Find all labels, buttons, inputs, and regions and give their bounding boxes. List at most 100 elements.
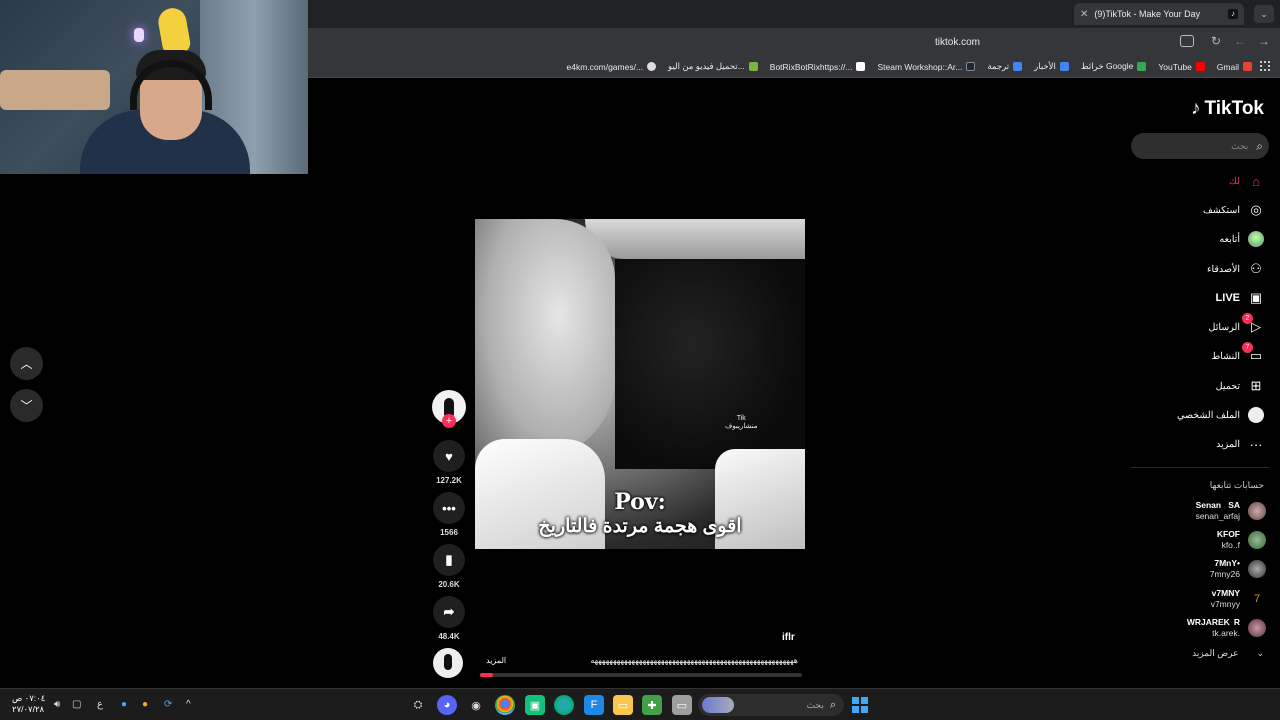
- nav-following[interactable]: أتابعه: [1124, 228, 1264, 250]
- video-watermark: Tik منشاريبوف: [725, 415, 758, 430]
- bookmark-e4km[interactable]: e4km.com/games/...: [567, 62, 657, 72]
- see-more-button[interactable]: عرض المزيد ⌄: [1192, 648, 1264, 659]
- next-video-button[interactable]: ﹀: [10, 389, 43, 422]
- nav-upload[interactable]: تحميل ⊞: [1124, 375, 1264, 397]
- back-icon[interactable]: ←: [1232, 34, 1248, 48]
- followed-account[interactable]: KFOF kfo..f: [1116, 526, 1266, 554]
- tiktok-favicon-icon: ♪: [1228, 9, 1238, 19]
- video-progress-bar[interactable]: [480, 673, 802, 677]
- messages-icon: ▷ 2: [1242, 313, 1264, 335]
- sync-icon[interactable]: ⟳: [164, 699, 172, 710]
- bookmark-icon: ▮: [433, 544, 465, 576]
- bookmark-youtube[interactable]: YouTube: [1158, 62, 1205, 72]
- chrome-app-icon[interactable]: [495, 695, 515, 715]
- video-progress-fill: [480, 673, 493, 677]
- bookmark-news[interactable]: الأخبار: [1034, 61, 1069, 72]
- video-caption-pov: Pov:: [614, 489, 666, 515]
- nav-activity[interactable]: النشاط ▭ 7: [1124, 342, 1264, 367]
- tiktok-logo[interactable]: ♪ TikTok: [1191, 98, 1264, 120]
- game-app-icon[interactable]: ✚: [642, 695, 662, 715]
- xbox-app-icon[interactable]: ▣: [525, 695, 545, 715]
- forward-icon[interactable]: →: [1256, 34, 1272, 48]
- close-tab-icon[interactable]: ✕: [1080, 9, 1088, 20]
- save-button[interactable]: ▮ 20.6K: [432, 544, 466, 589]
- account-avatar: [1248, 531, 1266, 549]
- address-bar[interactable]: tiktok.com: [300, 32, 990, 52]
- screen: + ✕ (9)TikTok - Make Your Day ♪ ⌄ tiktok…: [0, 0, 1280, 720]
- translate-icon: [1013, 62, 1023, 71]
- browser-tab[interactable]: ✕ (9)TikTok - Make Your Day ♪: [1074, 3, 1244, 25]
- followed-account[interactable]: WRJAREK Rtk.arek.: [1116, 614, 1266, 642]
- bookmark-botrix[interactable]: BotRixBotRixhttps://...: [770, 62, 866, 72]
- share-arrow-icon: ➦: [433, 596, 465, 628]
- home-icon: ⌂: [1252, 173, 1260, 189]
- search-input[interactable]: بحث ⌕: [1131, 133, 1269, 159]
- reload-icon[interactable]: ↻: [1208, 34, 1224, 48]
- windows-taskbar: ٠٧:٠٤ ص ٢٧/٠٧/٢٨ 🔊︎ ▢ ع ● ● ⟳ ^ ⛭ ◕ ◉ ▣ F…: [0, 688, 1280, 720]
- tab-title: (9)TikTok - Make Your Day: [1094, 9, 1201, 19]
- webcam-lamp: [134, 28, 144, 42]
- messages-badge: 2: [1242, 313, 1253, 324]
- url-text: tiktok.com: [934, 36, 980, 48]
- nav-live[interactable]: LIVE ▣: [1124, 287, 1264, 309]
- chevron-up-icon: ︿: [20, 357, 33, 371]
- nav-profile[interactable]: الملف الشخصي: [1124, 404, 1264, 426]
- site-settings-icon[interactable]: [1180, 35, 1194, 47]
- input-language[interactable]: ع: [97, 699, 103, 710]
- store-app-icon[interactable]: F: [584, 695, 604, 715]
- windows-start-icon[interactable]: [852, 697, 868, 713]
- nav-friends[interactable]: الأصدقاء ⚇: [1124, 258, 1264, 280]
- bookmark-gmail[interactable]: Gmail: [1217, 62, 1252, 72]
- activity-icon: ▭ 7: [1242, 342, 1264, 364]
- video-player[interactable]: Tik منشاريبوف Pov: اقوى هجمة مرتدة فالتار…: [475, 219, 805, 549]
- nav-messages[interactable]: الرسائل ▷ 2: [1124, 313, 1264, 338]
- like-button[interactable]: ♥ 127.2K: [432, 440, 466, 485]
- show-hidden-icons-chevron[interactable]: ^: [186, 699, 191, 710]
- tray-app-icon[interactable]: ●: [142, 699, 148, 710]
- followed-account[interactable]: 7MnY• 7mny26: [1116, 555, 1266, 583]
- search-highlight-image: [702, 697, 734, 713]
- previous-video-button[interactable]: ︿: [10, 347, 43, 380]
- comment-button[interactable]: ••• 1566: [432, 492, 466, 537]
- file-explorer-icon[interactable]: ▭: [613, 695, 633, 715]
- nav-explore[interactable]: استكشف ◎: [1124, 199, 1264, 221]
- video-username[interactable]: iflr: [782, 632, 795, 643]
- edge-app-icon[interactable]: [554, 695, 574, 715]
- tab-search-button[interactable]: ⌄: [1254, 5, 1274, 23]
- more-dots-icon: ···: [1249, 436, 1263, 452]
- volume-icon[interactable]: 🔊︎: [54, 699, 60, 710]
- bookmark-download[interactable]: تحميل فيديو من اليو...: [668, 61, 758, 72]
- chevron-down-icon: ⌄: [1256, 648, 1264, 658]
- microphone-icon[interactable]: ●: [121, 699, 127, 710]
- taskbar-search-input[interactable]: بحث ⌕: [698, 694, 844, 716]
- obs-app-icon[interactable]: ◉: [466, 695, 486, 715]
- discord-app-icon[interactable]: ◕: [437, 695, 457, 715]
- following-avatar-icon: [1248, 231, 1264, 247]
- live-tv-icon: ▣: [1249, 290, 1263, 305]
- like-count: 127.2K: [436, 476, 462, 485]
- followed-account[interactable]: Senan SA senan_arfaj: [1116, 497, 1266, 525]
- follow-plus-icon[interactable]: +: [442, 414, 456, 428]
- webcam-overlay: [0, 0, 308, 174]
- comment-count: 1566: [440, 528, 458, 537]
- taskbar-clock[interactable]: ٠٧:٠٤ ص ٢٧/٠٧/٢٨: [12, 693, 45, 715]
- nav-for-you[interactable]: لك ⌂: [1124, 170, 1264, 192]
- followed-account[interactable]: v7MNY v7mnyy 7: [1116, 585, 1266, 613]
- music-disc-icon[interactable]: [433, 648, 463, 678]
- nav-more[interactable]: المزيد ···: [1124, 433, 1264, 455]
- steam-app-icon[interactable]: ⛭: [408, 695, 428, 715]
- window-app-icon[interactable]: ▭: [672, 695, 692, 715]
- webcam-banana-plush: [156, 5, 192, 57]
- share-button[interactable]: ➦ 48.4K: [432, 596, 466, 641]
- bookmark-steam[interactable]: Steam Workshop::Ar...: [877, 62, 976, 72]
- search-icon[interactable]: ⌕: [1256, 139, 1263, 154]
- description-more-link[interactable]: المزيد: [486, 656, 506, 665]
- network-icon[interactable]: ▢: [72, 699, 81, 710]
- video-caption-arabic: اقوى هجمة مرتدة فالتاريخ: [538, 516, 742, 537]
- news-icon: [1059, 62, 1069, 71]
- apps-grid-icon[interactable]: [1260, 61, 1270, 71]
- compass-icon: ◎: [1250, 202, 1262, 217]
- friends-icon: ⚇: [1250, 261, 1262, 276]
- bookmark-translate[interactable]: ترجمة: [987, 61, 1023, 72]
- bookmark-maps[interactable]: خرائط Google: [1081, 61, 1147, 72]
